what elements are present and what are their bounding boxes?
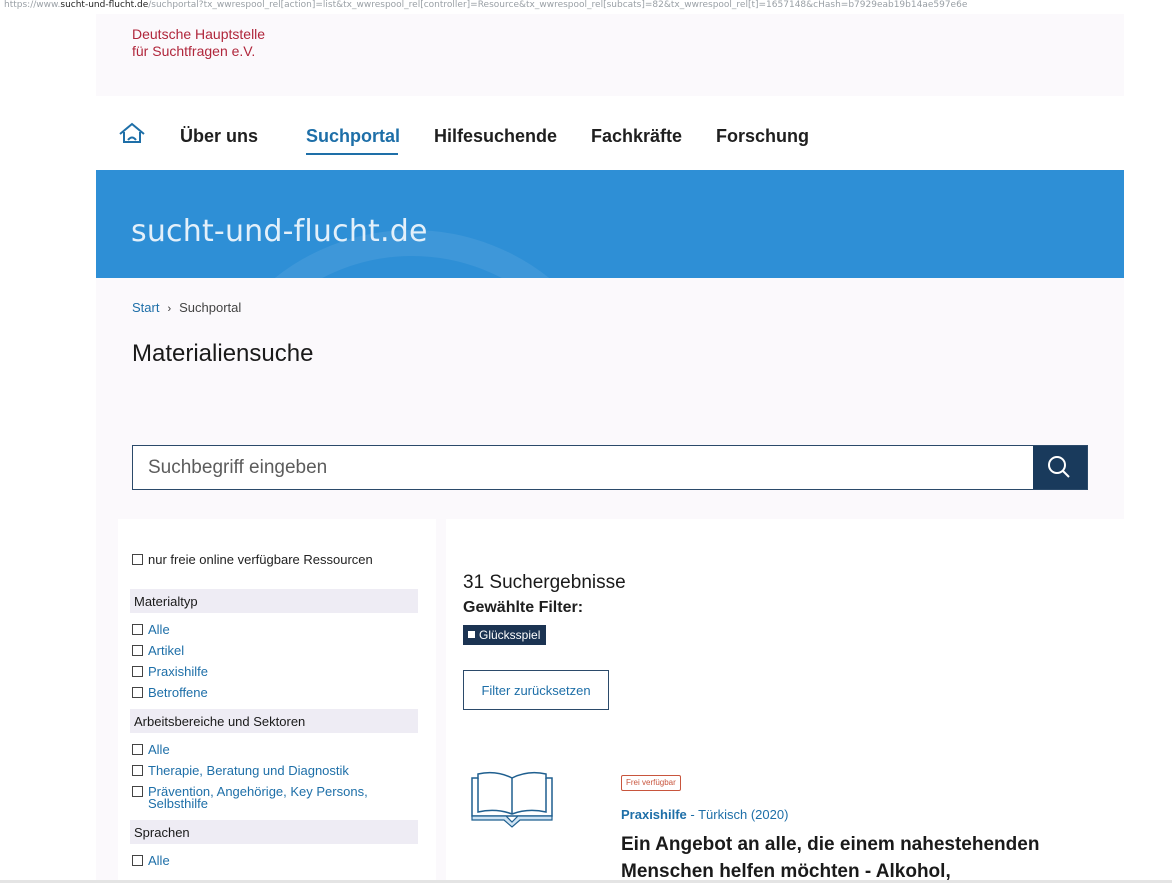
breadcrumb-current: Suchportal bbox=[179, 300, 242, 315]
square-icon bbox=[468, 631, 475, 638]
filter-free-online[interactable]: nur freie online verfügbare Ressourcen bbox=[132, 553, 373, 567]
filter-option-continuation[interactable]: Selbsthilfe bbox=[148, 797, 208, 811]
checkbox-icon bbox=[132, 855, 143, 866]
address-bar[interactable]: https://www.sucht-und-flucht.de/suchport… bbox=[0, 0, 1172, 14]
filter-option[interactable]: Alle bbox=[132, 854, 170, 868]
search-icon bbox=[1048, 456, 1070, 478]
breadcrumb: Start › Suchportal bbox=[132, 300, 241, 315]
checkbox-icon bbox=[132, 554, 143, 565]
nav-item-suchportal[interactable]: Suchportal bbox=[306, 126, 400, 147]
result-title-link[interactable]: Ein Angebot an alle, die einem nahestehe… bbox=[621, 831, 1061, 883]
filter-option[interactable]: Therapie, Beratung und Diagnostik bbox=[132, 764, 349, 778]
active-filter-label: Glücksspiel bbox=[479, 628, 541, 642]
result-meta: Praxishilfe - Türkisch (2020) bbox=[621, 807, 788, 822]
nav-item-forschung[interactable]: Forschung bbox=[716, 126, 809, 147]
checkbox-icon bbox=[132, 786, 143, 797]
checkbox-icon bbox=[132, 687, 143, 698]
result-count: 31 Suchergebnisse bbox=[463, 572, 626, 593]
filter-option[interactable]: Alle bbox=[132, 743, 170, 757]
filter-group-sprachen-heading: Sprachen bbox=[130, 820, 418, 844]
checkbox-icon bbox=[132, 765, 143, 776]
filter-option-label: Praxishilfe bbox=[148, 664, 208, 679]
filter-option-label: Therapie, Beratung und Diagnostik bbox=[148, 763, 349, 778]
result-language-year: - Türkisch (2020) bbox=[686, 807, 789, 822]
search-button[interactable] bbox=[1033, 446, 1087, 489]
checkbox-icon bbox=[132, 666, 143, 677]
breadcrumb-separator: › bbox=[167, 303, 172, 315]
url-path: /suchportal?tx_wwrespool_rel[action]=lis… bbox=[148, 0, 968, 10]
filter-option[interactable]: Alle bbox=[132, 623, 170, 637]
hero-banner: sucht-und-flucht.de bbox=[96, 170, 1124, 278]
result-type-link[interactable]: Praxishilfe bbox=[621, 807, 687, 822]
org-name-line1: Deutsche Hauptstelle bbox=[132, 26, 266, 42]
checkbox-icon bbox=[132, 645, 143, 656]
url-host: sucht-und-flucht.de bbox=[60, 0, 149, 10]
results-panel: 31 Suchergebnisse Gewählte Filter: Glück… bbox=[446, 519, 1124, 883]
filter-option[interactable]: Betroffene bbox=[132, 686, 208, 700]
main-navigation: Über uns Suchportal Hilfesuchende Fachkr… bbox=[96, 96, 1124, 170]
book-icon bbox=[471, 771, 553, 828]
checkbox-icon bbox=[132, 624, 143, 635]
filter-option-label: Alle bbox=[148, 622, 170, 637]
breadcrumb-start-link[interactable]: Start bbox=[132, 300, 159, 315]
org-logo-text[interactable]: Deutsche Hauptstelle für Suchtfragen e.V… bbox=[132, 26, 265, 60]
filter-option-label: Betroffene bbox=[148, 685, 208, 700]
filter-free-online-label: nur freie online verfügbare Ressourcen bbox=[148, 552, 373, 567]
checkbox-icon bbox=[132, 744, 143, 755]
nav-item-fachkraefte[interactable]: Fachkräfte bbox=[591, 126, 682, 147]
filter-group-materialtyp-heading: Materialtyp bbox=[130, 589, 418, 613]
nav-item-ueber-uns[interactable]: Über uns bbox=[180, 126, 258, 147]
selected-filters-label: Gewählte Filter: bbox=[463, 599, 584, 616]
hero-title: sucht-und-flucht.de bbox=[131, 214, 428, 249]
availability-badge: Frei verfügbar bbox=[621, 775, 681, 791]
filter-option-label: Alle bbox=[148, 742, 170, 757]
url-prefix: https://www. bbox=[4, 0, 61, 10]
active-filter-chip[interactable]: Glücksspiel bbox=[463, 625, 547, 645]
org-name-line2: für Suchtfragen e.V. bbox=[132, 43, 256, 59]
page: Deutsche Hauptstelle für Suchtfragen e.V… bbox=[96, 14, 1124, 883]
home-icon[interactable] bbox=[118, 122, 146, 146]
filter-option[interactable]: Artikel bbox=[132, 644, 184, 658]
filter-option[interactable]: Praxishilfe bbox=[132, 665, 208, 679]
filter-option-label: Artikel bbox=[148, 643, 185, 658]
search-box bbox=[132, 445, 1088, 490]
active-nav-underline bbox=[306, 153, 398, 155]
reset-filters-button[interactable]: Filter zurücksetzen bbox=[463, 670, 609, 710]
result-title-line: Ein Angebot an alle, die einem nahestehe… bbox=[621, 834, 1040, 855]
nav-item-hilfesuchende[interactable]: Hilfesuchende bbox=[434, 126, 557, 147]
page-title: Materialiensuche bbox=[132, 340, 314, 367]
filter-sidebar: nur freie online verfügbare Ressourcen M… bbox=[118, 519, 436, 883]
search-input[interactable] bbox=[133, 446, 1033, 489]
filter-group-arbeitsbereiche-heading: Arbeitsbereiche und Sektoren bbox=[130, 709, 418, 733]
filter-option-label: Alle bbox=[148, 853, 170, 868]
